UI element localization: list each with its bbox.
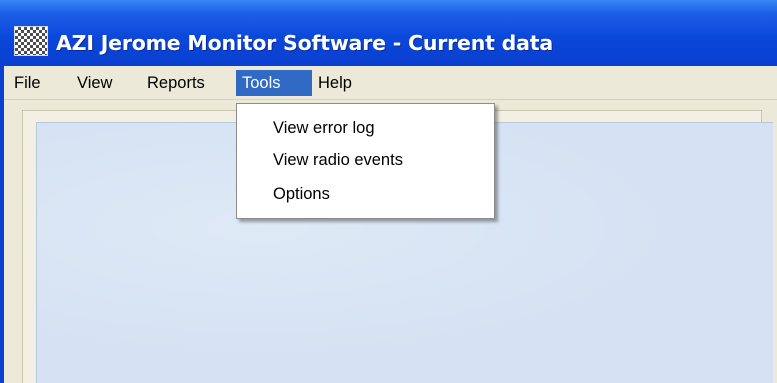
menu-view[interactable]: View <box>71 70 118 96</box>
menu-file[interactable]: File <box>8 70 47 96</box>
menu-item-options[interactable]: Options <box>273 180 330 208</box>
menu-help[interactable]: Help <box>312 70 358 96</box>
app-window: AZI Jerome Monitor Software - Current da… <box>0 0 777 383</box>
menu-item-view-radio-events[interactable]: View radio events <box>273 146 403 174</box>
menu-item-view-error-log[interactable]: View error log <box>273 114 375 142</box>
title-bar[interactable]: AZI Jerome Monitor Software - Current da… <box>0 0 777 66</box>
app-icon[interactable] <box>14 26 48 56</box>
menu-tools[interactable]: Tools <box>236 70 312 96</box>
window-title: AZI Jerome Monitor Software - Current da… <box>56 31 554 55</box>
menu-bar: File View Reports Tools Help <box>4 66 777 100</box>
tools-dropdown-menu: View error log View radio events Options <box>236 103 495 219</box>
menu-reports[interactable]: Reports <box>141 70 211 96</box>
